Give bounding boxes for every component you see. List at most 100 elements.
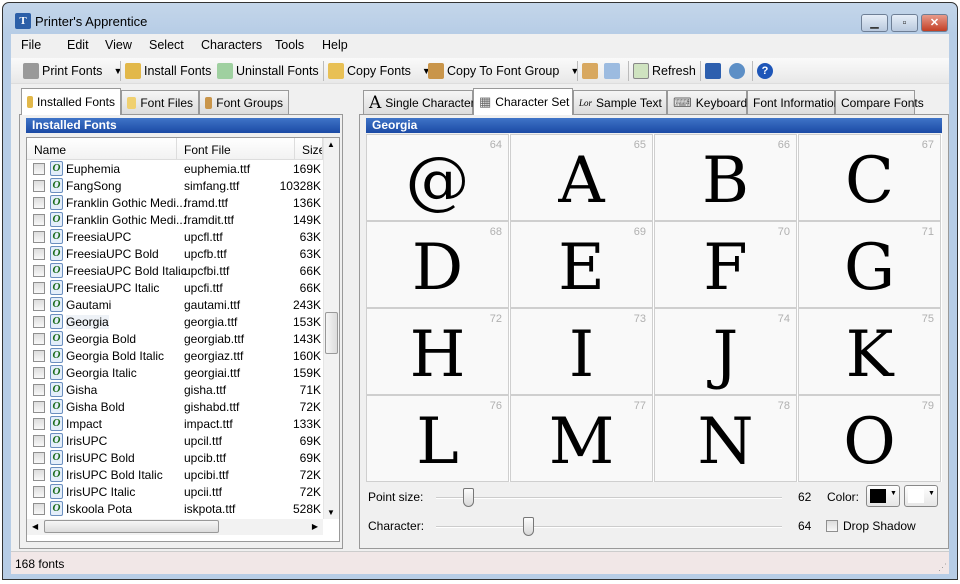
font-row[interactable]: O Gautami gautami.ttf 243K	[27, 296, 323, 313]
font-row[interactable]: O Georgia Bold Italic georgiaz.ttf 160K	[27, 347, 323, 364]
row-checkbox[interactable]	[33, 435, 45, 447]
row-checkbox[interactable]	[33, 214, 45, 226]
menu-view[interactable]: View	[105, 38, 132, 52]
scroll-left-icon[interactable]: ◀	[32, 522, 38, 531]
character-slider-thumb[interactable]	[523, 517, 535, 536]
column-header-file[interactable]: Font File	[177, 138, 295, 160]
print-fonts-button[interactable]: Print Fonts ▼	[23, 62, 122, 80]
copy-to-font-group-button[interactable]: Copy To Font Group ▼	[428, 62, 579, 80]
row-checkbox[interactable]	[33, 418, 45, 430]
horizontal-scrollbar[interactable]: ◀ ▶	[27, 519, 323, 535]
font-row[interactable]: O FangSong simfang.ttf 10328K	[27, 177, 323, 194]
font-row[interactable]: O FreesiaUPC upcfl.ttf 63K	[27, 228, 323, 245]
vertical-scroll-thumb[interactable]	[325, 312, 338, 354]
character-cell[interactable]: B 66	[654, 134, 797, 221]
point-size-slider[interactable]	[436, 488, 782, 513]
character-cell[interactable]: M 77	[510, 395, 653, 482]
tab-installed-fonts[interactable]: Installed Fonts	[21, 88, 121, 115]
row-checkbox[interactable]	[33, 401, 45, 413]
column-header-name[interactable]: Name	[27, 138, 177, 160]
character-slider[interactable]	[436, 517, 782, 542]
refresh-button[interactable]: Refresh	[633, 62, 696, 80]
font-row[interactable]: O FreesiaUPC Bold Italic upcfbi.ttf 66K	[27, 262, 323, 279]
tab-keyboard[interactable]: ⌨ Keyboard	[667, 90, 747, 114]
tab-sample-text[interactable]: Lor Sample Text	[573, 90, 667, 114]
font-row[interactable]: O Georgia Italic georgiai.ttf 159K	[27, 364, 323, 381]
font-row[interactable]: O IrisUPC Bold Italic upcibi.ttf 72K	[27, 466, 323, 483]
font-row[interactable]: O Georgia Bold georgiab.ttf 143K	[27, 330, 323, 347]
menu-edit[interactable]: Edit	[67, 38, 89, 52]
scroll-up-icon[interactable]: ▲	[327, 140, 335, 149]
scroll-down-icon[interactable]: ▼	[327, 508, 335, 517]
character-cell[interactable]: F 70	[654, 221, 797, 308]
uninstall-fonts-button[interactable]: Uninstall Fonts	[217, 62, 319, 80]
font-row[interactable]: O FreesiaUPC Italic upcfi.ttf 66K	[27, 279, 323, 296]
row-checkbox[interactable]	[33, 299, 45, 311]
vertical-scrollbar[interactable]: ▲ ▼	[323, 138, 339, 519]
close-button[interactable]: ✕	[921, 14, 948, 32]
maximize-button[interactable]: ▫	[891, 14, 918, 32]
menu-tools[interactable]: Tools	[275, 38, 304, 52]
tab-font-information[interactable]: Font Information	[747, 90, 840, 114]
checklist-button[interactable]	[705, 62, 721, 80]
character-cell[interactable]: O 79	[798, 395, 941, 482]
row-checkbox[interactable]	[33, 265, 45, 277]
minimize-button[interactable]: ▁	[861, 14, 888, 32]
row-checkbox[interactable]	[33, 503, 45, 515]
background-color-picker[interactable]: ▼	[904, 485, 938, 507]
row-checkbox[interactable]	[33, 486, 45, 498]
character-cell[interactable]: A 65	[510, 134, 653, 221]
tab-compare-fonts[interactable]: Compare Fonts	[835, 90, 924, 114]
character-cell[interactable]: G 71	[798, 221, 941, 308]
character-cell[interactable]: K 75	[798, 308, 941, 395]
row-checkbox[interactable]	[33, 333, 45, 345]
row-checkbox[interactable]	[33, 367, 45, 379]
row-checkbox[interactable]	[33, 350, 45, 362]
row-checkbox[interactable]	[33, 469, 45, 481]
row-checkbox[interactable]	[33, 282, 45, 294]
copy-fonts-button[interactable]: Copy Fonts ▼	[328, 62, 431, 80]
scroll-right-icon[interactable]: ▶	[312, 522, 318, 531]
character-cell[interactable]: @64	[366, 134, 509, 221]
properties-button[interactable]	[582, 62, 598, 80]
tab-character-set[interactable]: ▦ Character Set	[473, 88, 573, 115]
dropdown-arrow-icon[interactable]: ▼	[113, 66, 122, 76]
point-size-slider-thumb[interactable]	[462, 488, 474, 507]
character-cell[interactable]: J 74	[654, 308, 797, 395]
horizontal-scroll-thumb[interactable]	[44, 520, 219, 533]
character-cell[interactable]: D 68	[366, 221, 509, 308]
row-checkbox[interactable]	[33, 180, 45, 192]
install-fonts-button[interactable]: Install Fonts	[125, 62, 211, 80]
row-checkbox[interactable]	[33, 384, 45, 396]
font-row[interactable]: O FreesiaUPC Bold upcfb.ttf 63K	[27, 245, 323, 262]
copy-button[interactable]	[604, 62, 620, 80]
foreground-color-picker[interactable]: ▼	[866, 485, 900, 507]
row-checkbox[interactable]	[33, 248, 45, 260]
font-row[interactable]: O Gisha Bold gishabd.ttf 72K	[27, 398, 323, 415]
resize-grip-icon[interactable]: ⋰	[938, 562, 947, 573]
character-cell[interactable]: N 78	[654, 395, 797, 482]
font-row[interactable]: O IrisUPC upcil.ttf 69K	[27, 432, 323, 449]
font-row[interactable]: O Franklin Gothic Medi... framdit.ttf 149K	[27, 211, 323, 228]
font-row[interactable]: O Georgia georgia.ttf 153K	[27, 313, 323, 330]
row-checkbox[interactable]	[33, 316, 45, 328]
character-cell[interactable]: C 67	[798, 134, 941, 221]
tab-single-character[interactable]: A Single Character	[363, 90, 475, 114]
row-checkbox[interactable]	[33, 452, 45, 464]
font-row[interactable]: O IrisUPC Bold upcib.ttf 69K	[27, 449, 323, 466]
font-row[interactable]: O IrisUPC Italic upcii.ttf 72K	[27, 483, 323, 500]
menu-help[interactable]: Help	[322, 38, 348, 52]
font-row[interactable]: O Iskoola Pota iskpota.ttf 528K	[27, 500, 323, 517]
help-button[interactable]: ?	[757, 62, 773, 80]
font-row[interactable]: O Gisha gisha.ttf 71K	[27, 381, 323, 398]
column-header-size[interactable]: Size	[295, 138, 323, 160]
font-row[interactable]: O Impact impact.ttf 133K	[27, 415, 323, 432]
font-row[interactable]: O Franklin Gothic Medi... framd.ttf 136K	[27, 194, 323, 211]
font-row[interactable]: O Euphemia euphemia.ttf 169K	[27, 160, 323, 177]
menu-file[interactable]: File	[21, 38, 41, 52]
character-cell[interactable]: L 76	[366, 395, 509, 482]
drop-shadow-checkbox[interactable]	[826, 520, 838, 532]
row-checkbox[interactable]	[33, 231, 45, 243]
tab-font-files[interactable]: Font Files	[121, 90, 199, 114]
menu-characters[interactable]: Characters	[201, 38, 262, 52]
